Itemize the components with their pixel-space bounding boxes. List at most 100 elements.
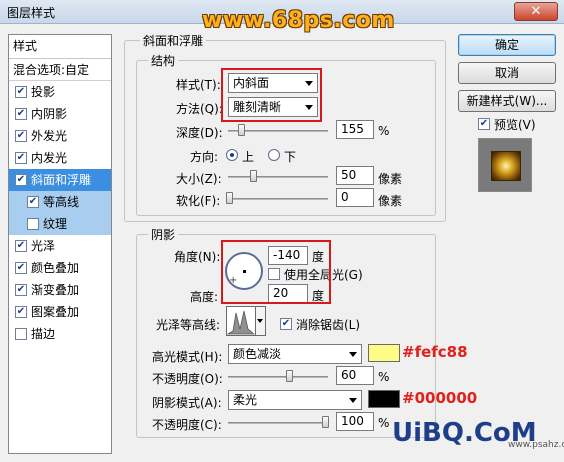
preview-thumbnail: [478, 138, 532, 192]
highlight-opacity-slider[interactable]: [228, 376, 328, 378]
style-item-label: 内发光: [31, 151, 68, 165]
checkbox-outer-glow[interactable]: ✔: [15, 130, 27, 142]
depth-slider-thumb[interactable]: [238, 124, 245, 136]
depth-unit: %: [378, 124, 390, 138]
soften-unit: 像素: [378, 194, 403, 208]
technique-label: 方法(Q):: [176, 102, 223, 116]
style-item-drop-shadow[interactable]: ✔ 投影: [9, 81, 111, 103]
style-item-pattern-overlay[interactable]: ✔ 图案叠加: [9, 301, 111, 323]
size-unit: 像素: [378, 172, 403, 186]
depth-label: 深度(D):: [176, 126, 223, 140]
shadow-mode-select[interactable]: 柔光: [228, 390, 362, 410]
soften-label: 软化(F):: [176, 194, 221, 208]
highlight-mode-value: 颜色减淡: [233, 347, 282, 361]
checkbox-stroke[interactable]: [15, 328, 27, 340]
styles-list: 样式 混合选项:自定 ✔ 投影 ✔ 内阴影 ✔ 外发光 ✔ 内发光 ✔ 斜面和浮雕 ✔ 等高…: [8, 34, 112, 454]
shadow-mode-label: 阴影模式(A):: [152, 396, 222, 410]
cancel-button[interactable]: 取消: [458, 62, 556, 84]
checkbox-gradient-overlay[interactable]: ✔: [15, 284, 27, 296]
style-item-label: 斜面和浮雕: [31, 173, 92, 187]
style-item-contour[interactable]: ✔ 等高线: [9, 191, 111, 213]
altitude-label: 高度:: [190, 290, 219, 304]
watermark-top: www.68ps.com: [202, 8, 395, 33]
highlight-opacity-input[interactable]: 60: [336, 366, 374, 385]
checkbox-color-overlay[interactable]: ✔: [15, 262, 27, 274]
style-item-stroke[interactable]: 描边: [9, 323, 111, 345]
ok-button[interactable]: 确定: [458, 34, 556, 56]
style-item-color-overlay[interactable]: ✔ 颜色叠加: [9, 257, 111, 279]
checkbox-inner-shadow[interactable]: ✔: [15, 108, 27, 120]
style-item-label: 描边: [31, 327, 56, 341]
anti-alias-label: 消除锯齿(L): [296, 318, 361, 332]
shadow-opacity-thumb[interactable]: [322, 416, 329, 428]
shadow-opacity-input[interactable]: 100: [336, 412, 374, 431]
depth-input[interactable]: 155: [336, 120, 374, 139]
highlight-mode-select[interactable]: 颜色减淡: [228, 344, 362, 364]
checkbox-satin[interactable]: ✔: [15, 240, 27, 252]
chevron-down-icon: [349, 398, 357, 403]
angle-label: 角度(N):: [174, 250, 221, 264]
close-button[interactable]: ✕: [514, 2, 558, 21]
style-item-label: 光泽: [31, 239, 56, 253]
checkbox-contour[interactable]: ✔: [27, 196, 39, 208]
window-title: 图层样式: [7, 6, 56, 20]
direction-up-label: 上: [242, 150, 255, 164]
style-item-bevel-emboss[interactable]: ✔ 斜面和浮雕: [9, 169, 111, 191]
style-item-inner-shadow[interactable]: ✔ 内阴影: [9, 103, 111, 125]
shadow-mode-value: 柔光: [233, 393, 258, 407]
highlight-color-swatch[interactable]: [368, 344, 400, 362]
angle-highlight: [221, 240, 331, 304]
style-item-satin[interactable]: ✔ 光泽: [9, 235, 111, 257]
direction-down-radio[interactable]: [268, 149, 280, 161]
bevel-emboss-title: 斜面和浮雕: [140, 32, 207, 49]
chevron-down-icon: [349, 352, 357, 357]
highlight-opacity-thumb[interactable]: [286, 370, 293, 382]
style-item-outer-glow[interactable]: ✔ 外发光: [9, 125, 111, 147]
preview-checkbox[interactable]: ✔: [478, 118, 490, 130]
soften-input[interactable]: 0: [336, 188, 374, 207]
size-label: 大小(Z):: [176, 172, 222, 186]
checkbox-texture[interactable]: [27, 218, 39, 230]
soften-slider-thumb[interactable]: [226, 192, 233, 204]
shadow-color-swatch[interactable]: [368, 390, 400, 408]
soften-slider[interactable]: [228, 198, 328, 200]
style-item-label: 外发光: [31, 129, 68, 143]
checkbox-drop-shadow[interactable]: ✔: [15, 86, 27, 98]
shading-title: 阴影: [148, 226, 179, 243]
watermark-bottom-sub: www.psahz.com: [508, 440, 564, 450]
radio-dot-icon: [230, 153, 234, 157]
checkbox-bevel-emboss[interactable]: ✔: [15, 174, 27, 186]
style-item-label: 渐变叠加: [31, 283, 80, 297]
shadow-opacity-slider[interactable]: [228, 422, 328, 424]
structure-highlight: [221, 68, 322, 122]
highlight-opacity-unit: %: [378, 370, 390, 384]
style-item-texture[interactable]: 纹理: [9, 213, 111, 235]
gloss-contour-picker[interactable]: [226, 306, 256, 336]
style-item-label: 颜色叠加: [31, 261, 80, 275]
anti-alias-checkbox[interactable]: ✔: [280, 318, 292, 330]
style-item-label: 内阴影: [31, 107, 68, 121]
direction-up-radio[interactable]: [226, 149, 238, 161]
structure-title: 结构: [148, 52, 179, 69]
style-item-label: 纹理: [43, 217, 68, 231]
style-item-label: 投影: [31, 85, 56, 99]
shadow-opacity-unit: %: [378, 416, 390, 430]
new-style-button[interactable]: 新建样式(W)...: [458, 90, 556, 112]
highlight-color-annotation: #fefc88: [402, 343, 468, 361]
style-label: 样式(T):: [176, 78, 221, 92]
size-slider[interactable]: [228, 176, 328, 178]
highlight-mode-label: 高光模式(H):: [152, 350, 223, 364]
blend-options-item[interactable]: 混合选项:自定: [9, 59, 111, 81]
checkbox-pattern-overlay[interactable]: ✔: [15, 306, 27, 318]
style-item-gradient-overlay[interactable]: ✔ 渐变叠加: [9, 279, 111, 301]
style-item-inner-glow[interactable]: ✔ 内发光: [9, 147, 111, 169]
preview-label: 预览(V): [494, 118, 536, 132]
checkbox-inner-glow[interactable]: ✔: [15, 152, 27, 164]
shadow-opacity-label: 不透明度(C):: [152, 418, 222, 432]
size-input[interactable]: 50: [336, 166, 374, 185]
size-slider-thumb[interactable]: [250, 170, 257, 182]
gloss-contour-label: 光泽等高线:: [156, 318, 221, 332]
gloss-contour-dropdown[interactable]: [256, 306, 266, 336]
direction-label: 方向:: [190, 150, 219, 164]
contour-curve-icon: [227, 310, 255, 335]
